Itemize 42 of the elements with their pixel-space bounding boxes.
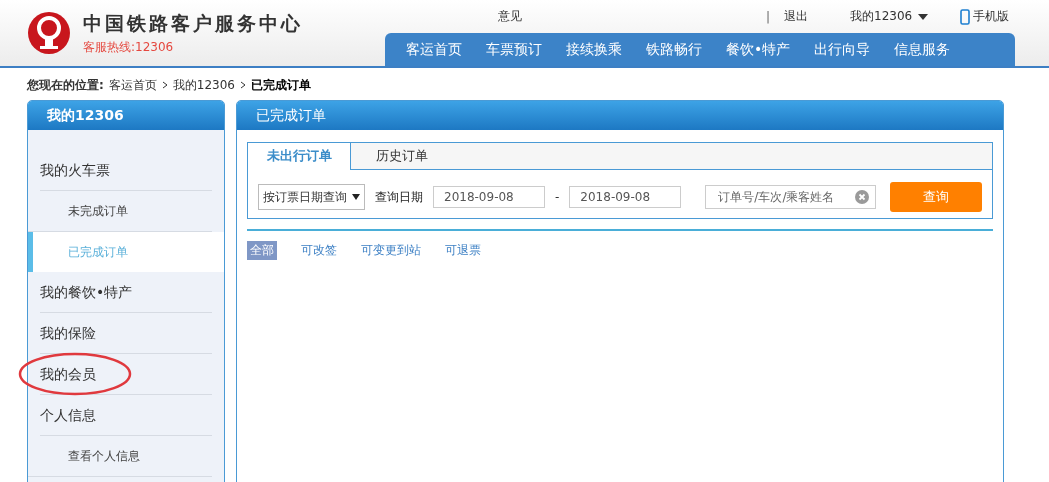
filter-link[interactable]: 可变更到站 (361, 242, 421, 259)
tab[interactable]: 历史订单 (351, 143, 453, 169)
nav-item[interactable]: 信息服务 (883, 33, 962, 66)
breadcrumb-link[interactable]: 已完成订单 (251, 76, 311, 94)
sidebar-title: 我的12306 (28, 101, 224, 130)
nav-item[interactable]: 铁路畅行 (635, 33, 713, 66)
clear-icon[interactable] (855, 190, 870, 204)
mobile-link[interactable]: 手机版 (960, 8, 1010, 25)
keyword-field[interactable]: 订单号/车次/乘客姓名 (705, 185, 877, 209)
nav-item[interactable]: 客运首页 (395, 33, 473, 66)
date-separator: - (555, 190, 560, 204)
sidebar-item[interactable]: 我的保险 (40, 313, 212, 354)
caret-icon (918, 13, 929, 20)
breadcrumb-label: 您现在的位置: (27, 76, 104, 94)
sidebar-item[interactable]: 个人信息 (40, 395, 212, 436)
query-type-select[interactable]: 按订票日期查询 (258, 184, 365, 210)
sidebar-item[interactable]: 我的会员 (40, 354, 212, 395)
tab[interactable]: 未出行订单 (248, 143, 351, 170)
date-label: 查询日期 (375, 188, 423, 206)
hotline-text: 客服热线:12306 (83, 38, 175, 56)
date-to-field[interactable]: 2018-09-08 (569, 186, 682, 208)
sidebar-subitem[interactable]: 查看个人信息 (28, 436, 212, 477)
nav-item[interactable]: 接续换乘 (555, 33, 633, 66)
phone-icon (960, 8, 971, 25)
sidebar-item[interactable]: 我的餐饮•特产 (40, 272, 212, 313)
panel-title: 已完成订单 (237, 101, 1003, 130)
filter-link[interactable]: 可改签 (301, 242, 337, 259)
filter-link[interactable]: 可退票 (445, 242, 481, 259)
sidebar-item[interactable]: 我的火车票 (40, 150, 212, 191)
breadcrumb-link[interactable]: 客运首页 (108, 76, 157, 94)
date-from-field[interactable]: 2018-09-08 (433, 186, 545, 208)
account-dropdown[interactable]: 我的12306 (850, 8, 929, 25)
nav-item[interactable]: 出行向导 (803, 33, 882, 66)
breadcrumb-link[interactable]: 我的12306 (172, 76, 235, 94)
top-link[interactable]: 意见 (498, 8, 522, 25)
nav-item[interactable]: 餐饮•特产 (715, 33, 802, 66)
nav-item[interactable]: 车票预订 (475, 33, 553, 66)
top-link[interactable]: 退出 (784, 8, 809, 25)
caret-icon (352, 194, 360, 200)
site-title: 中国铁路客户服务中心 (83, 10, 303, 36)
separator: | (766, 9, 771, 24)
railway-logo-icon (27, 11, 71, 55)
